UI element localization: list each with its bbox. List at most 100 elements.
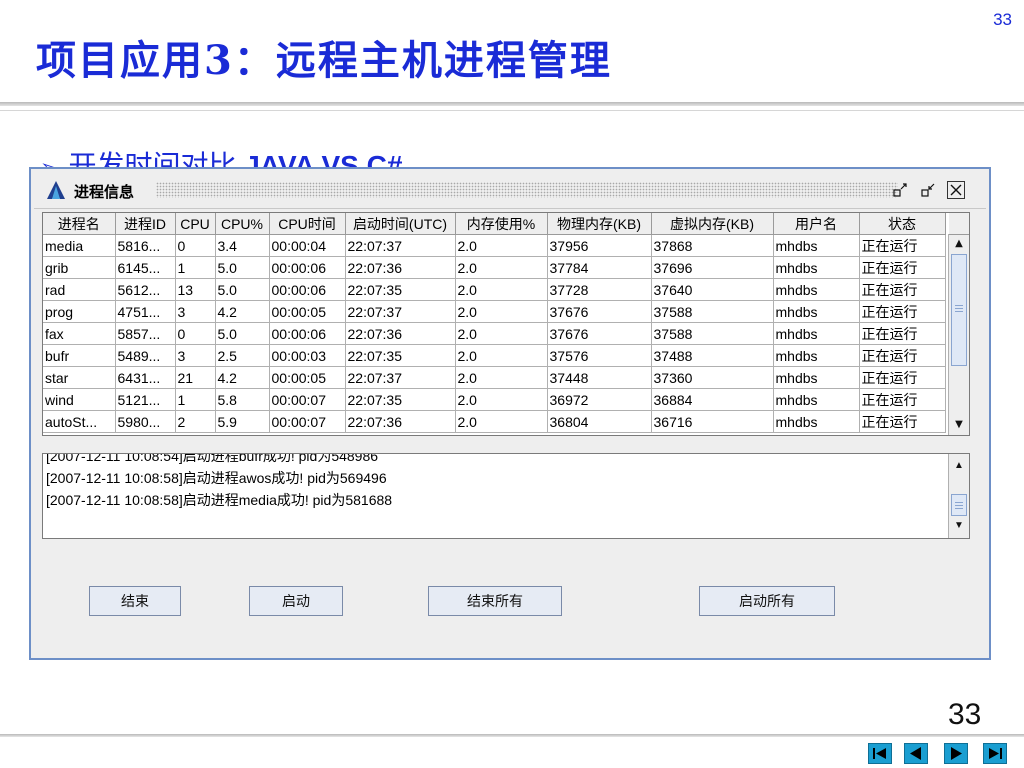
table-cell: mhdbs	[773, 234, 860, 257]
table-cell: 37868	[651, 234, 774, 257]
table-cell: media	[43, 234, 116, 257]
table-row[interactable]: autoSt... 5980... 2 5.9 00:00:07 22:07:36 2.0 3…	[43, 410, 946, 433]
table-cell: 正在运行	[859, 278, 946, 301]
next-icon[interactable]	[944, 743, 968, 764]
table-cell: 正在运行	[859, 234, 946, 257]
table-cell: 22:07:35	[345, 388, 456, 411]
table-cell: mhdbs	[773, 344, 860, 367]
table-cell: 2.0	[455, 344, 548, 367]
table-row[interactable]: rad 5612... 13 5.0 00:00:06 22:07:35 2.0 37728 3…	[43, 278, 946, 301]
table-cell: mhdbs	[773, 322, 860, 345]
table-cell: 22:07:35	[345, 344, 456, 367]
table-cell: 37588	[651, 322, 774, 345]
window-titlebar[interactable]: 进程信息	[34, 172, 986, 209]
scroll-down-icon[interactable]: ▼	[949, 415, 969, 435]
table-cell: 37728	[547, 278, 652, 301]
table-cell: 37588	[651, 300, 774, 323]
column-header[interactable]: 虚拟内存(KB)	[651, 213, 774, 235]
page-number-bottom: 33	[948, 698, 982, 731]
table-row[interactable]: grib 6145... 1 5.0 00:00:06 22:07:36 2.0 37784 3…	[43, 256, 946, 279]
log-scrollbar[interactable]: ▲ ▼	[948, 454, 969, 538]
top-divider-thin	[0, 110, 1024, 111]
table-cell: 3	[175, 300, 216, 323]
first-icon[interactable]	[868, 743, 892, 764]
table-cell: 5.0	[215, 322, 270, 345]
process-table: 进程名 进程ID CPU CPU% CPU时间 启动时间(UTC) 内存使用% …	[43, 213, 946, 433]
window-title: 进程信息	[74, 184, 135, 201]
table-row[interactable]: star 6431... 21 4.2 00:00:05 22:07:37 2.0 37448…	[43, 366, 946, 389]
table-cell: 36884	[651, 388, 774, 411]
table-cell: 2.0	[455, 388, 548, 411]
table-cell: 5.9	[215, 410, 270, 433]
column-header[interactable]: CPU时间	[269, 213, 346, 235]
table-cell: 5980...	[115, 410, 176, 433]
scroll-up-icon[interactable]: ▲	[949, 234, 969, 254]
scrollbar-thumb[interactable]	[951, 254, 967, 366]
table-cell: 37676	[547, 322, 652, 345]
table-cell: mhdbs	[773, 410, 860, 433]
table-cell: 37696	[651, 256, 774, 279]
column-header[interactable]: 物理内存(KB)	[547, 213, 652, 235]
scroll-down-icon[interactable]: ▼	[949, 516, 969, 536]
table-cell: 37640	[651, 278, 774, 301]
start-all-button[interactable]: 启动所有	[699, 586, 835, 616]
column-header[interactable]: CPU%	[215, 213, 270, 235]
table-row[interactable]: wind 5121... 1 5.8 00:00:07 22:07:35 2.0 36972 3…	[43, 388, 946, 411]
table-cell: 0	[175, 234, 216, 257]
end-button[interactable]: 结束	[89, 586, 181, 616]
log-line: [2007-12-11 10:08:58]启动进程media成功! pid为58…	[46, 492, 393, 508]
start-button[interactable]: 启动	[249, 586, 343, 616]
scroll-up-icon[interactable]: ▲	[949, 456, 969, 476]
maximize-icon[interactable]	[918, 180, 938, 200]
table-cell: 00:00:03	[269, 344, 346, 367]
column-header[interactable]: 用户名	[773, 213, 860, 235]
restore-icon[interactable]	[890, 180, 910, 200]
table-cell: 2.0	[455, 322, 548, 345]
table-cell: 22:07:36	[345, 256, 456, 279]
table-cell: 正在运行	[859, 256, 946, 279]
scrollbar-thumb[interactable]	[951, 494, 967, 516]
table-cell: 5489...	[115, 344, 176, 367]
table-cell: 00:00:07	[269, 388, 346, 411]
table-scrollbar[interactable]: ▲ ▼	[948, 213, 969, 435]
table-cell: 2.5	[215, 344, 270, 367]
table-header-row: 进程名 进程ID CPU CPU% CPU时间 启动时间(UTC) 内存使用% …	[43, 213, 946, 235]
table-cell: 2.0	[455, 366, 548, 389]
table-row[interactable]: prog 4751... 3 4.2 00:00:05 22:07:37 2.0 37676 3…	[43, 300, 946, 323]
column-header[interactable]: 内存使用%	[455, 213, 548, 235]
table-cell: grib	[43, 256, 116, 279]
column-header[interactable]: 状态	[859, 213, 946, 235]
table-row[interactable]: fax 5857... 0 5.0 00:00:06 22:07:36 2.0 37676 37…	[43, 322, 946, 345]
table-cell: 5.8	[215, 388, 270, 411]
last-icon[interactable]	[983, 743, 1007, 764]
table-cell: 00:00:07	[269, 410, 346, 433]
table-cell: 4.2	[215, 366, 270, 389]
table-cell: 22:07:37	[345, 300, 456, 323]
table-cell: 37488	[651, 344, 774, 367]
end-all-button[interactable]: 结束所有	[428, 586, 562, 616]
close-icon[interactable]	[947, 181, 965, 199]
table-cell: 22:07:36	[345, 322, 456, 345]
column-header[interactable]: 进程名	[43, 213, 116, 235]
titlebar-pattern	[156, 182, 898, 198]
table-cell: 正在运行	[859, 300, 946, 323]
table-cell: mhdbs	[773, 278, 860, 301]
table-cell: 1	[175, 256, 216, 279]
table-row[interactable]: bufr 5489... 3 2.5 00:00:03 22:07:35 2.0 37576 3…	[43, 344, 946, 367]
column-header[interactable]: CPU	[175, 213, 216, 235]
log-panel[interactable]: [2007-12-11 10:08:54]启动进程bufr成功! pid为548…	[42, 453, 970, 539]
table-cell: 正在运行	[859, 322, 946, 345]
table-cell: 21	[175, 366, 216, 389]
column-header[interactable]: 启动时间(UTC)	[345, 213, 456, 235]
table-cell: 5857...	[115, 322, 176, 345]
column-header[interactable]: 进程ID	[115, 213, 176, 235]
table-cell: 22:07:36	[345, 410, 456, 433]
previous-icon[interactable]	[904, 743, 928, 764]
table-cell: 2.0	[455, 278, 548, 301]
table-cell: 00:00:04	[269, 234, 346, 257]
table-cell: 36716	[651, 410, 774, 433]
table-cell: 13	[175, 278, 216, 301]
table-cell: 6145...	[115, 256, 176, 279]
table-row[interactable]: media 5816... 0 3.4 00:00:04 22:07:37 2.0 37956…	[43, 234, 946, 257]
table-cell: 正在运行	[859, 410, 946, 433]
